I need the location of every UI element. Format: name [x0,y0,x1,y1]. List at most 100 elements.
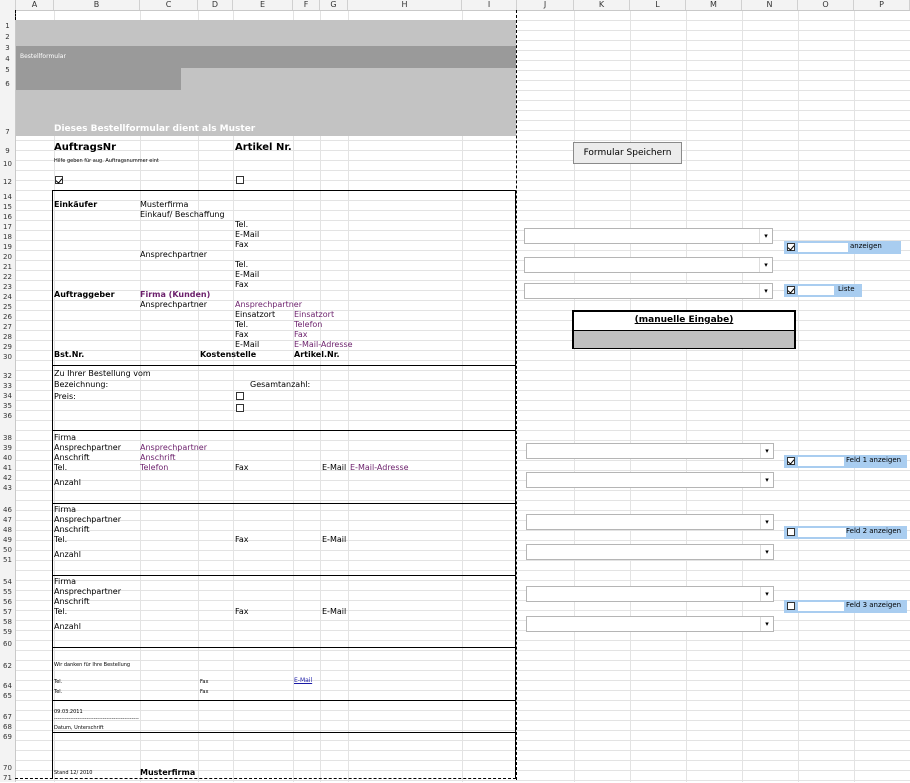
row-header[interactable]: 56 [0,598,15,607]
row-header[interactable]: 6 [0,80,15,89]
row-header[interactable]: 46 [0,506,15,515]
col-header-b[interactable]: B [54,0,140,10]
row-header[interactable]: 2 [0,33,15,42]
col-header-h[interactable]: H [348,0,462,10]
row-header[interactable]: 23 [0,283,15,292]
row-header[interactable]: 68 [0,723,15,732]
row-header[interactable]: 41 [0,464,15,473]
chevron-down-icon[interactable]: ▾ [760,473,773,487]
col-header-c[interactable]: C [140,0,198,10]
chevron-down-icon[interactable]: ▾ [760,444,773,458]
dropdown-auftraggeber[interactable]: ▾ [524,283,773,299]
option-liste[interactable]: Liste [784,284,862,297]
row-header[interactable]: 48 [0,526,15,535]
col-header-m[interactable]: M [686,0,742,10]
row-header[interactable]: 22 [0,273,15,282]
chevron-down-icon[interactable]: ▾ [760,587,773,601]
row-header[interactable]: 49 [0,536,15,545]
row-header[interactable]: 39 [0,444,15,453]
option-feld-1-checkbox[interactable] [787,457,795,465]
row-header[interactable]: 55 [0,588,15,597]
option-feld-3-checkbox[interactable] [787,602,795,610]
artikel-nr-checkbox[interactable] [236,176,244,184]
row-header[interactable]: 10 [0,160,15,169]
dropdown-ansprechpartner[interactable]: ▾ [524,257,773,273]
row-header[interactable]: 69 [0,733,15,742]
option-feld-2-checkbox[interactable] [787,528,795,536]
col-header-i[interactable]: I [462,0,517,10]
row-header[interactable]: 34 [0,392,15,401]
col-header-d[interactable]: D [198,0,233,10]
option-feld-3[interactable]: Feld 3 anzeigen [784,600,907,613]
col-header-a[interactable]: A [16,0,54,10]
row-header[interactable]: 26 [0,313,15,322]
dropdown-firma-1[interactable]: ▾ [526,443,774,459]
auftragsnr-checkbox[interactable] [55,176,63,184]
chevron-down-icon[interactable]: ▾ [760,515,773,529]
option-feld-1[interactable]: Feld 1 anzeigen [784,455,907,468]
row-header[interactable]: 5 [0,66,15,75]
row-header[interactable]: 54 [0,578,15,587]
row-header[interactable]: 24 [0,293,15,302]
dropdown-einkaeufer[interactable]: ▾ [524,228,773,244]
col-header-j[interactable]: J [517,0,574,10]
row-header[interactable]: 9 [0,147,15,156]
col-header-p[interactable]: P [854,0,910,10]
row-header[interactable]: 60 [0,640,15,649]
row-header[interactable]: 28 [0,333,15,342]
row-header[interactable]: 30 [0,353,15,362]
row-header[interactable]: 57 [0,608,15,617]
row-header[interactable]: 14 [0,193,15,202]
preis-checkbox[interactable] [236,392,244,400]
row-header[interactable]: 38 [0,434,15,443]
row-header[interactable]: 64 [0,682,15,691]
col-header-e[interactable]: E [233,0,293,10]
col-header-o[interactable]: O [798,0,854,10]
option-liste-checkbox[interactable] [787,286,795,294]
row-header[interactable]: 1 [0,22,15,31]
row-header[interactable]: 47 [0,516,15,525]
chevron-down-icon[interactable]: ▾ [759,258,772,272]
row-header[interactable]: 67 [0,713,15,722]
option-checkbox[interactable] [236,404,244,412]
row-header[interactable]: 27 [0,323,15,332]
option-anzeigen[interactable]: anzeigen [784,241,901,254]
manual-input-field[interactable] [574,330,794,348]
row-header[interactable]: 50 [0,546,15,555]
row-header[interactable]: 40 [0,454,15,463]
col-header-n[interactable]: N [742,0,798,10]
row-header[interactable]: 16 [0,213,15,222]
row-header[interactable]: 33 [0,382,15,391]
col-header-f[interactable]: F [293,0,320,10]
row-header[interactable]: 62 [0,662,15,671]
row-header[interactable]: 20 [0,253,15,262]
row-header[interactable]: 15 [0,203,15,212]
row-header[interactable]: 19 [0,243,15,252]
row-header[interactable]: 51 [0,556,15,565]
row-header[interactable]: 29 [0,343,15,352]
row-header[interactable]: 17 [0,223,15,232]
option-feld-2[interactable]: Feld 2 anzeigen [784,526,907,539]
col-header-k[interactable]: K [574,0,630,10]
row-header[interactable]: 43 [0,484,15,493]
option-anzeigen-checkbox[interactable] [787,243,795,251]
row-header[interactable]: 18 [0,233,15,242]
chevron-down-icon[interactable]: ▾ [760,545,773,559]
select-all-corner[interactable] [0,0,16,10]
row-header[interactable]: 36 [0,412,15,421]
dropdown-firma-2[interactable]: ▾ [526,514,774,530]
col-header-l[interactable]: L [630,0,686,10]
row-header[interactable]: 70 [0,764,15,773]
chevron-down-icon[interactable]: ▾ [759,284,772,298]
row-header[interactable]: 4 [0,55,15,64]
col-header-g[interactable]: G [320,0,348,10]
save-form-button[interactable]: Formular Speichern [573,142,682,164]
row-header[interactable]: 32 [0,372,15,381]
row-header[interactable]: 65 [0,692,15,701]
row-header[interactable]: 3 [0,44,15,53]
row-header[interactable]: 12 [0,178,15,187]
chevron-down-icon[interactable]: ▾ [760,617,773,631]
row-header[interactable]: 25 [0,303,15,312]
manual-input-box[interactable]: (manuelle Eingabe) [572,310,796,349]
dropdown-firma-3[interactable]: ▾ [526,586,774,602]
